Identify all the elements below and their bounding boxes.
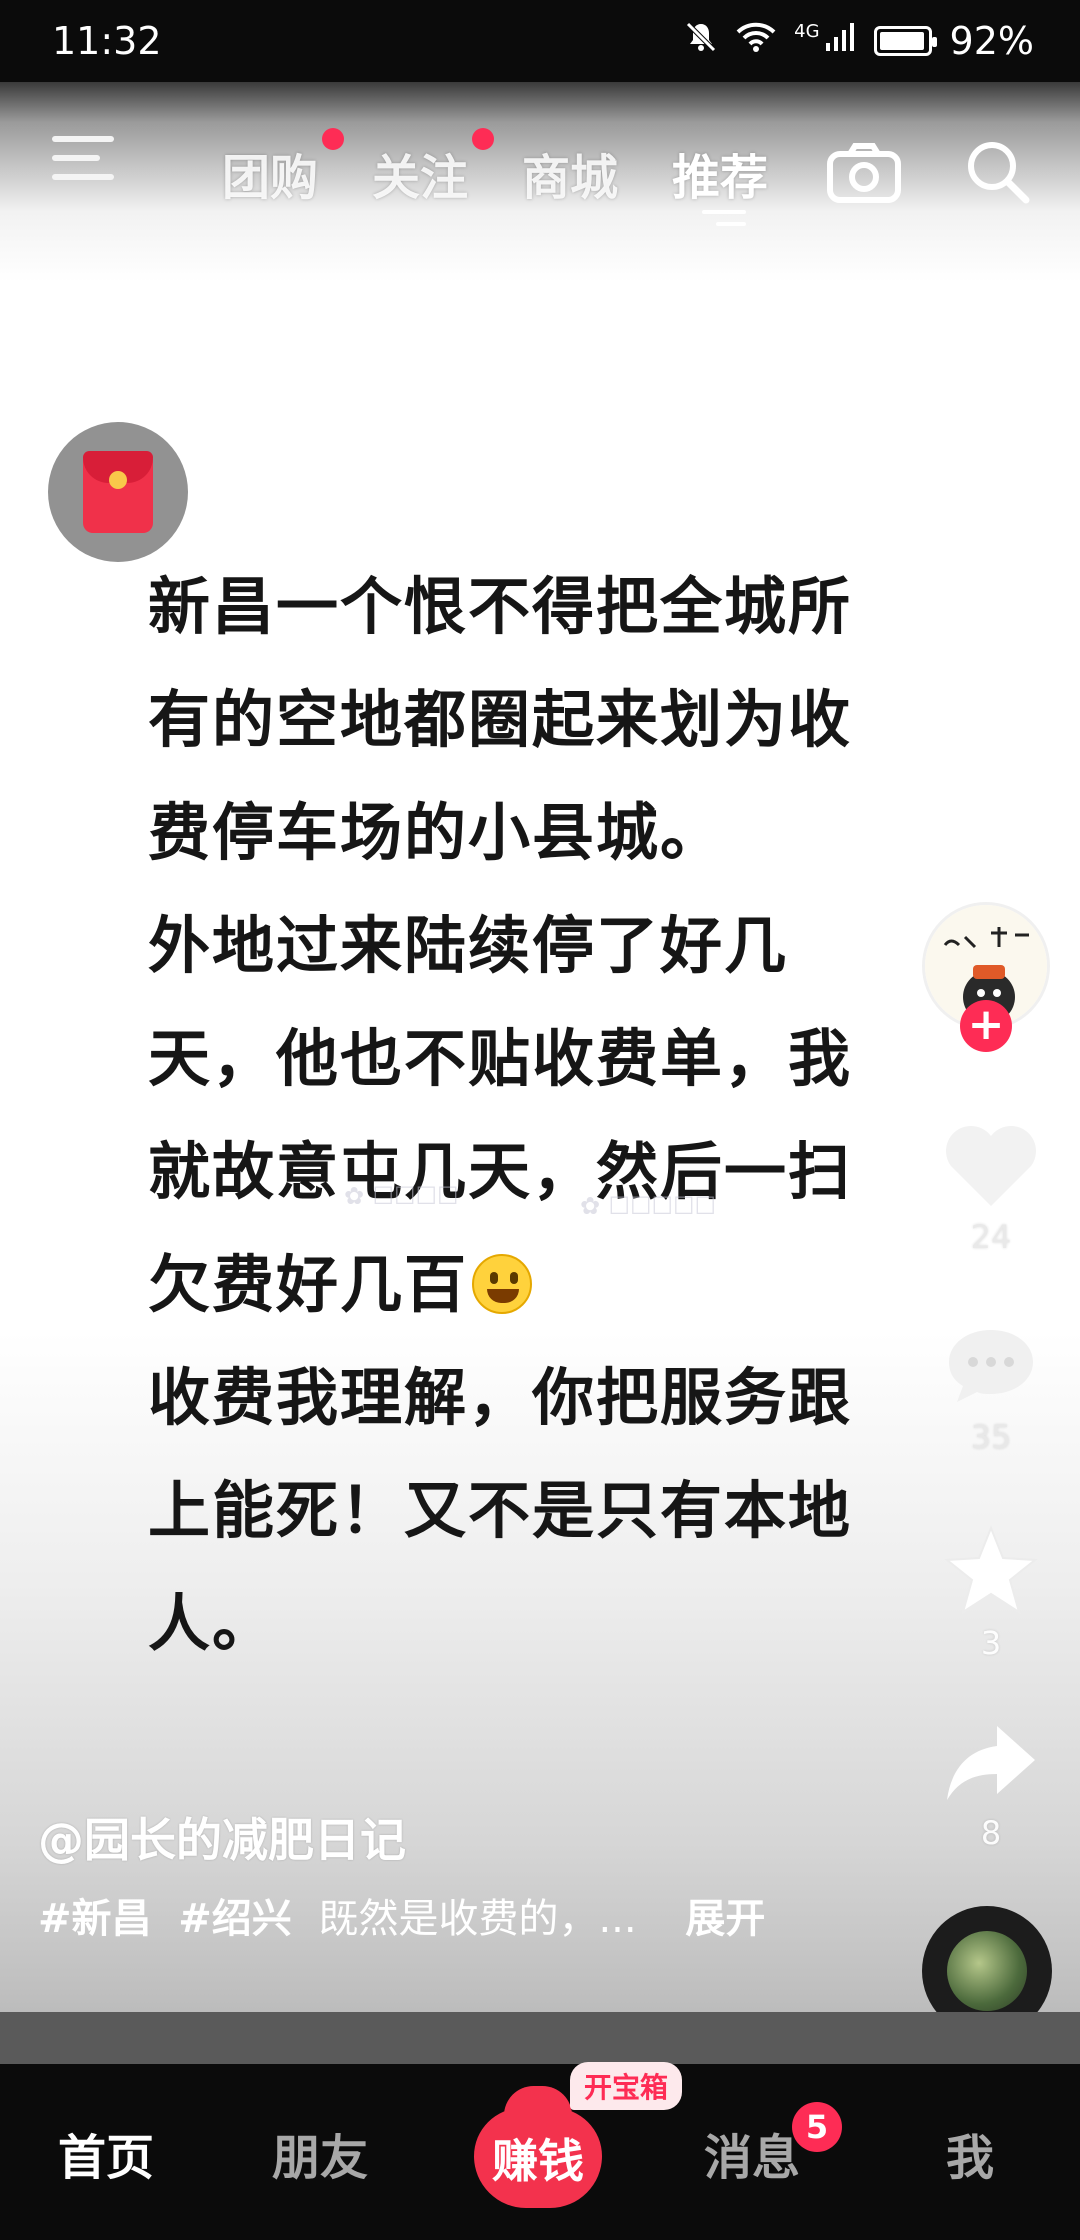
watermark-logo: ✿ ☐☐☐☐☐ <box>580 1192 717 1220</box>
status-bar: 11:32 4G 92% <box>0 0 1080 82</box>
search-icon[interactable] <box>964 138 1030 208</box>
expand-button[interactable]: 展开 <box>685 1896 765 1942</box>
battery-percent: 92% <box>949 19 1034 63</box>
camera-icon[interactable] <box>826 142 902 208</box>
favorite-button[interactable]: 3 <box>936 1522 1046 1662</box>
post-line: 费停车场的小县城。 <box>148 796 725 869</box>
caption-text: 既然是收费的，... <box>318 1896 637 1942</box>
post-line: 外地过来陆续停了好几 <box>148 909 789 982</box>
like-count: 24 <box>970 1218 1012 1256</box>
post-line: 新昌一个恨不得把全城所 <box>148 570 853 643</box>
nav-earn[interactable]: 赚钱 <box>474 2086 602 2208</box>
nav-messages[interactable]: 消息 <box>704 2118 800 2188</box>
post-line: 上能死！又不是只有本地 <box>148 1474 853 1547</box>
tab-group-buy[interactable]: 团购 <box>222 138 318 208</box>
video-feed[interactable]: 团购 关注 商城 推荐 新昌一个恨不得把全城所 有的空地都圈起来划为收 费停车场… <box>0 82 1080 2012</box>
tab-following-dot <box>472 128 494 150</box>
watermark-logo: ✿ ☐☐☐☐ <box>344 1182 459 1210</box>
heart-icon <box>946 1126 1036 1206</box>
music-cover-icon <box>947 1931 1027 2011</box>
tab-group-buy-dot <box>322 128 344 150</box>
tab-following[interactable]: 关注 <box>372 138 468 208</box>
post-text: 新昌一个恨不得把全城所 有的空地都圈起来划为收 费停车场的小县城。 外地过来陆续… <box>148 550 908 1680</box>
tab-mall[interactable]: 商城 <box>522 138 618 208</box>
share-arrow-icon <box>947 1726 1035 1800</box>
message-badge: 5 <box>792 2102 842 2152</box>
star-icon <box>944 1525 1038 1615</box>
author-name[interactable]: @园长的减肥日记 <box>38 1804 406 1870</box>
post-line: 欠费好几百 <box>148 1248 469 1321</box>
hashtag[interactable]: #新昌 <box>38 1896 152 1942</box>
creator-avatar-group: + <box>922 902 1058 1062</box>
post-line: 收费我理解，你把服务跟 <box>148 1361 853 1434</box>
post-line: 就故意屯几天，然后一扫 <box>148 1135 853 1208</box>
like-button[interactable]: 24 <box>936 1122 1046 1256</box>
wifi-icon <box>736 20 776 62</box>
treasure-box-badge[interactable]: 开宝箱 <box>570 2062 683 2110</box>
comment-button[interactable]: 35 <box>936 1322 1046 1456</box>
red-packet-icon <box>83 451 153 533</box>
post-line: 天，他也不贴收费单，我 <box>148 1022 853 1095</box>
signal-icon <box>824 21 856 61</box>
bottom-nav: 首页 朋友 赚钱 消息 5 我 <box>0 2064 1080 2240</box>
comment-icon <box>949 1330 1033 1402</box>
network-label: 4G <box>794 20 820 42</box>
hashtag[interactable]: #绍兴 <box>178 1896 292 1942</box>
top-nav: 团购 关注 商城 推荐 <box>0 106 1080 226</box>
progress-strip <box>0 2012 1080 2064</box>
music-disc[interactable] <box>922 1906 1052 2012</box>
status-time: 11:32 <box>52 19 162 63</box>
post-line: 人。 <box>148 1587 277 1660</box>
comment-count: 35 <box>970 1418 1012 1456</box>
nav-friends[interactable]: 朋友 <box>272 2118 368 2188</box>
menu-icon[interactable] <box>52 136 114 186</box>
favorite-count: 3 <box>980 1624 1002 1662</box>
mute-bell-icon <box>684 20 718 62</box>
tab-recommend[interactable]: 推荐 <box>672 138 768 208</box>
follow-button[interactable]: + <box>960 1000 1012 1052</box>
share-count: 8 <box>980 1814 1002 1852</box>
post-line: 有的空地都圈起来划为收 <box>148 683 853 756</box>
share-button[interactable]: 8 <box>936 1718 1046 1852</box>
nav-home[interactable]: 首页 <box>58 2118 154 2188</box>
active-tab-indicator <box>702 210 746 232</box>
nav-me[interactable]: 我 <box>946 2118 994 2188</box>
red-packet-button[interactable] <box>48 422 188 562</box>
caption: #新昌 #绍兴 既然是收费的，... 展开 <box>38 1886 765 1944</box>
battery-icon <box>873 26 937 56</box>
smile-emoji-icon <box>472 1254 533 1314</box>
